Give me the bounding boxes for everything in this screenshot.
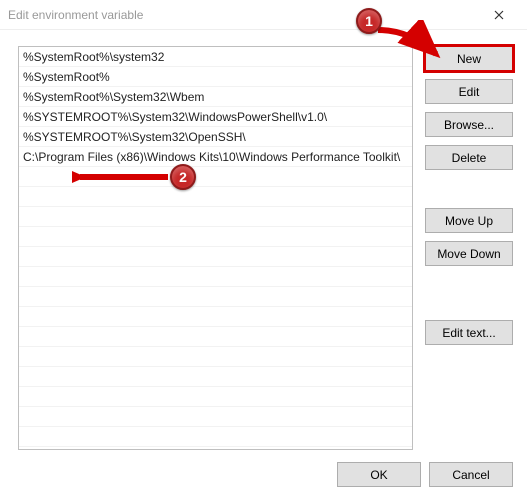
ok-button[interactable]: OK bbox=[337, 462, 421, 487]
window-title: Edit environment variable bbox=[8, 8, 479, 22]
annotation-callout-1: 1 bbox=[356, 8, 382, 34]
browse-button[interactable]: Browse... bbox=[425, 112, 513, 137]
titlebar: Edit environment variable bbox=[0, 0, 527, 30]
path-listbox[interactable]: %SystemRoot%\system32%SystemRoot%%System… bbox=[18, 46, 413, 450]
side-button-column: New Edit Browse... Delete Move Up Move D… bbox=[425, 46, 513, 450]
list-item[interactable] bbox=[19, 327, 412, 347]
list-item[interactable]: %SystemRoot% bbox=[19, 67, 412, 87]
list-item[interactable] bbox=[19, 227, 412, 247]
list-item[interactable] bbox=[19, 247, 412, 267]
list-item[interactable] bbox=[19, 167, 412, 187]
list-item[interactable] bbox=[19, 287, 412, 307]
list-item[interactable]: %SystemRoot%\System32\Wbem bbox=[19, 87, 412, 107]
list-item[interactable]: %SYSTEMROOT%\System32\WindowsPowerShell\… bbox=[19, 107, 412, 127]
list-item[interactable] bbox=[19, 427, 412, 447]
list-item[interactable] bbox=[19, 407, 412, 427]
dialog-content: %SystemRoot%\system32%SystemRoot%%System… bbox=[0, 30, 527, 450]
list-item[interactable] bbox=[19, 367, 412, 387]
close-button[interactable] bbox=[479, 1, 519, 29]
list-item[interactable] bbox=[19, 207, 412, 227]
cancel-button[interactable]: Cancel bbox=[429, 462, 513, 487]
list-item[interactable] bbox=[19, 267, 412, 287]
list-item[interactable] bbox=[19, 347, 412, 367]
close-icon bbox=[494, 10, 504, 20]
delete-button[interactable]: Delete bbox=[425, 145, 513, 170]
new-button[interactable]: New bbox=[425, 46, 513, 71]
edit-text-button[interactable]: Edit text... bbox=[425, 320, 513, 345]
move-up-button[interactable]: Move Up bbox=[425, 208, 513, 233]
edit-button[interactable]: Edit bbox=[425, 79, 513, 104]
move-down-button[interactable]: Move Down bbox=[425, 241, 513, 266]
list-item[interactable] bbox=[19, 187, 412, 207]
list-item[interactable] bbox=[19, 387, 412, 407]
annotation-callout-2: 2 bbox=[170, 164, 196, 190]
list-item[interactable] bbox=[19, 307, 412, 327]
list-item[interactable]: %SystemRoot%\system32 bbox=[19, 47, 412, 67]
list-item[interactable]: %SYSTEMROOT%\System32\OpenSSH\ bbox=[19, 127, 412, 147]
list-item[interactable]: C:\Program Files (x86)\Windows Kits\10\W… bbox=[19, 147, 412, 167]
dialog-bottom-buttons: OK Cancel bbox=[337, 462, 513, 487]
